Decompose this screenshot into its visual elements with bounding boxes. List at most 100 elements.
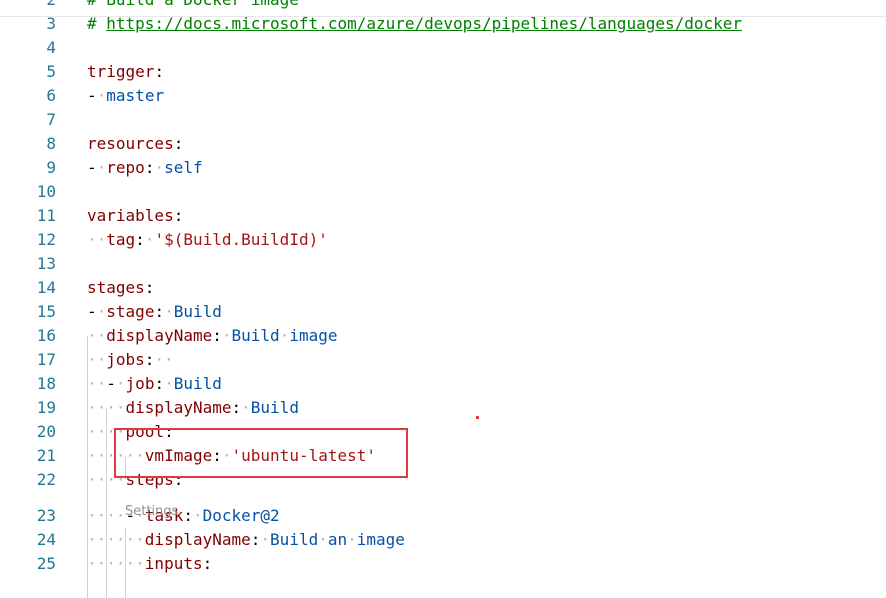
line-number: 18 xyxy=(36,374,56,393)
whitespace-marker: · xyxy=(164,374,174,393)
code-text: -·master xyxy=(87,84,164,108)
code-token: stages xyxy=(87,278,145,297)
line-number: 17 xyxy=(36,350,56,369)
indent-guide xyxy=(87,336,88,598)
code-token: : xyxy=(144,350,155,369)
code-line[interactable]: 10 xyxy=(0,180,886,204)
whitespace-marker: · xyxy=(347,530,357,549)
whitespace-marker: · xyxy=(154,158,165,177)
code-token: : xyxy=(250,530,261,549)
line-number: 12 xyxy=(36,230,56,249)
whitespace-marker: ·· xyxy=(87,230,107,249)
indent-guide xyxy=(106,408,107,598)
line-number: 7 xyxy=(46,110,56,129)
code-token: Docker@2 xyxy=(202,506,280,525)
whitespace-marker: · xyxy=(192,506,203,525)
code-token: : xyxy=(144,158,155,177)
pool-highlight-box xyxy=(114,428,408,478)
line-number: 8 xyxy=(46,134,56,153)
code-token: tag xyxy=(106,230,136,249)
code-text: ····-·task:·Docker@2 xyxy=(87,504,280,528)
code-token: image xyxy=(356,530,405,549)
code-token: - xyxy=(87,302,97,321)
code-editor[interactable]: 2 # Build a Docker image 3 # https://docs.m… xyxy=(0,0,886,598)
code-token: repo xyxy=(106,158,145,177)
code-token: : xyxy=(202,554,213,573)
task-settings-codelens[interactable]: Settings xyxy=(125,503,178,521)
whitespace-marker: · xyxy=(115,374,126,393)
code-token: trigger xyxy=(87,62,155,81)
red-marker xyxy=(476,416,479,419)
line-number: 14 xyxy=(36,278,56,297)
line-number: 24 xyxy=(36,530,56,549)
line-number: 16 xyxy=(36,326,56,345)
line-number: 9 xyxy=(46,158,56,177)
code-token: self xyxy=(164,158,203,177)
code-line[interactable]: 7 xyxy=(0,108,886,132)
code-text: # Build a Docker image xyxy=(87,0,299,12)
code-line[interactable]: 15 -·stage:·Build xyxy=(0,300,886,324)
code-line[interactable]: 6 -·master xyxy=(0,84,886,108)
code-text: ······displayName:·Build·an·image xyxy=(87,528,405,552)
code-token: : xyxy=(173,134,184,153)
code-token: : xyxy=(144,278,155,297)
code-token: : xyxy=(183,506,193,525)
code-line[interactable]: 5 trigger: xyxy=(0,60,886,84)
code-line[interactable]: 19····displayName:·Build xyxy=(0,396,886,420)
whitespace-marker: · xyxy=(96,86,107,105)
code-token: Build xyxy=(270,530,319,549)
whitespace-marker: ······ xyxy=(87,530,145,549)
code-line[interactable]: 14 stages: xyxy=(0,276,886,300)
whitespace-marker: · xyxy=(318,530,328,549)
code-line[interactable]: 11 variables: xyxy=(0,204,886,228)
line-number: 4 xyxy=(46,38,56,57)
whitespace-marker: ·· xyxy=(87,350,107,369)
code-token: displayName xyxy=(125,398,232,417)
line-number: 23 xyxy=(36,506,56,525)
whitespace-marker: ······ xyxy=(87,554,145,573)
indent-guide xyxy=(125,528,126,598)
code-token: - xyxy=(87,158,97,177)
code-token: master xyxy=(106,86,165,105)
code-token: : xyxy=(154,374,165,393)
code-line[interactable]: 24 ······displayName:·Build·an·image xyxy=(0,528,886,552)
code-line[interactable]: 9 -·repo:·self xyxy=(0,156,886,180)
code-text: stages: xyxy=(87,276,154,300)
code-line[interactable]: 3 # https://docs.microsoft.com/azure/devo… xyxy=(0,12,886,36)
whitespace-marker: · xyxy=(260,530,271,549)
line-number: 15 xyxy=(36,302,56,321)
code-token: stage xyxy=(106,302,155,321)
code-token: https://docs.microsoft.com/azure/devops/… xyxy=(106,14,743,33)
code-text: resources: xyxy=(87,132,183,156)
whitespace-marker: · xyxy=(144,230,155,249)
whitespace-marker: · xyxy=(96,302,107,321)
whitespace-marker: · xyxy=(241,398,251,417)
code-line[interactable]: 4 xyxy=(0,36,886,60)
whitespace-marker: · xyxy=(164,302,174,321)
code-line[interactable]: 16 ··displayName:·Build·image xyxy=(0,324,886,348)
code-line[interactable]: 17 ··jobs:·· xyxy=(0,348,886,372)
line-number: 11 xyxy=(36,206,56,225)
code-line[interactable]: 25 ······inputs: xyxy=(0,552,886,576)
whitespace-marker: · xyxy=(221,326,232,345)
code-token: : xyxy=(173,206,184,225)
code-line[interactable]: 13 xyxy=(0,252,886,276)
code-token: # Build a Docker image xyxy=(87,0,299,9)
code-text: -·repo:·self xyxy=(87,156,203,180)
line-number: 19 xyxy=(36,398,56,417)
line-number: 2 xyxy=(0,0,56,12)
code-token: : xyxy=(135,230,145,249)
line-number: 13 xyxy=(36,254,56,273)
code-line[interactable]: 8 resources: xyxy=(0,132,886,156)
code-token: : xyxy=(154,62,165,81)
whitespace-marker: ·· xyxy=(87,326,107,345)
code-text: ··jobs:·· xyxy=(87,348,174,372)
line-number: 20 xyxy=(36,422,56,441)
code-line[interactable]: 18 ··-·job:·Build xyxy=(0,372,886,396)
code-token: an xyxy=(327,530,348,549)
code-token: - xyxy=(87,86,97,105)
line-number: 3 xyxy=(46,14,56,33)
line-number: 5 xyxy=(46,62,56,81)
code-line[interactable]: 2 # Build a Docker image xyxy=(0,0,886,12)
code-line[interactable]: 12 ··tag:·'$(Build.BuildId)' xyxy=(0,228,886,252)
